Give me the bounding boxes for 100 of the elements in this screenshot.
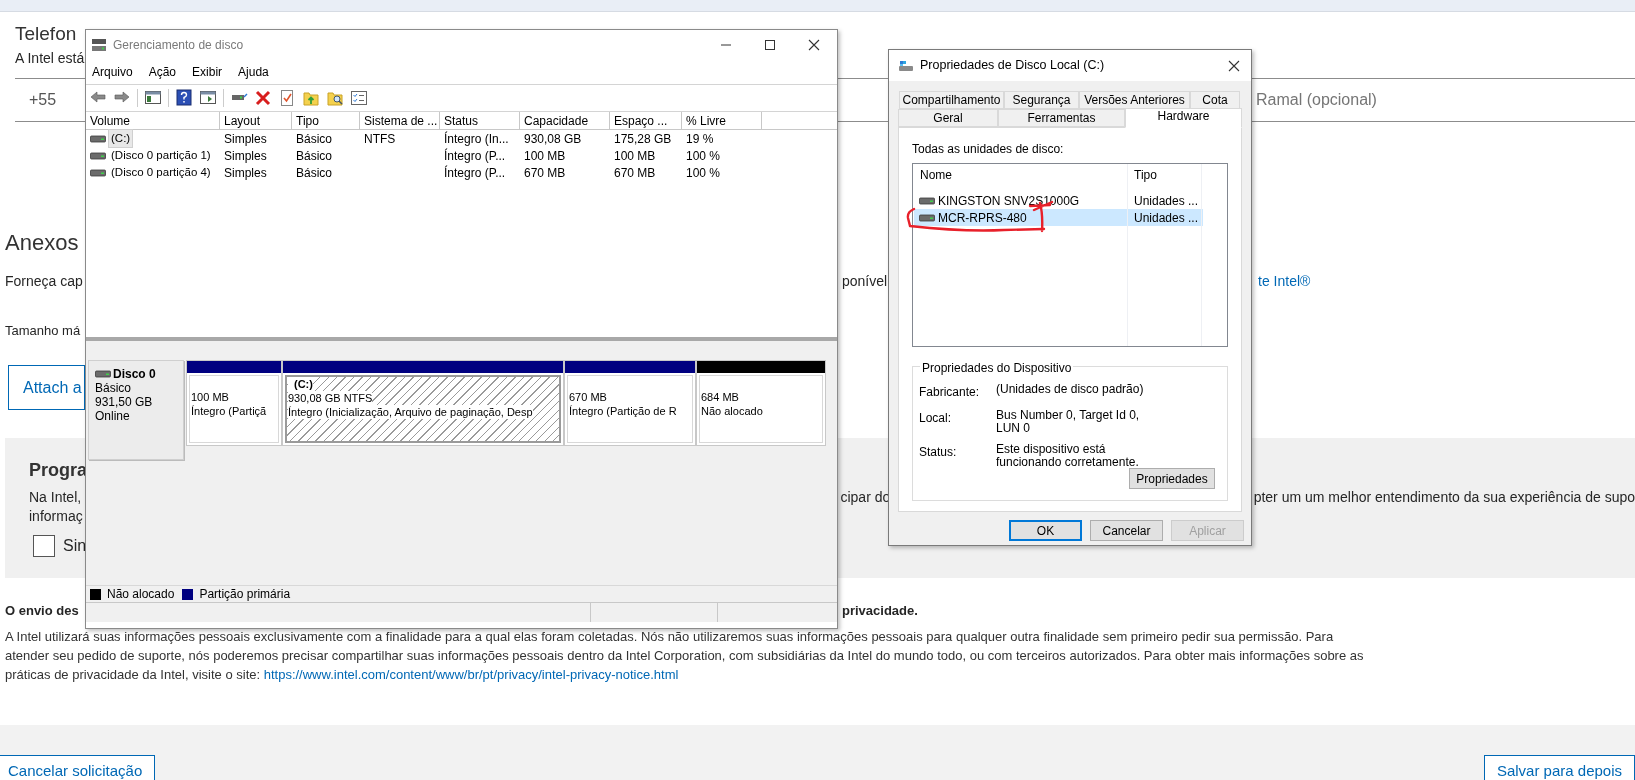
disk-size: 931,50 GB	[95, 395, 153, 409]
table-cell-text: Simples	[224, 130, 267, 148]
dialog-button[interactable]: OK	[1009, 520, 1082, 541]
privacy-link[interactable]: https://www.intel.com/content/www/br/pt/privacy/intel-privacy-notice.html	[263, 667, 679, 682]
table-cell-text: 100 MB	[614, 147, 656, 165]
table-cell-text: 19 %	[686, 130, 714, 148]
description-text: Forneça cap	[5, 273, 83, 289]
drive-icon	[898, 59, 914, 72]
checkbox[interactable]	[33, 535, 55, 557]
drive-row[interactable]: MCR-RPRS-480 Unidades ...	[914, 209, 1203, 226]
panel-icon[interactable]	[199, 89, 217, 107]
program-text: informaç	[29, 508, 83, 524]
help-icon[interactable]	[175, 89, 193, 107]
table-cell[interactable]: (Disco 0 partição 4)	[109, 163, 213, 182]
column-header[interactable]: Espaço ...	[610, 112, 682, 129]
disk-manager-icon	[91, 38, 107, 52]
table-cell-text: NTFS	[364, 130, 396, 148]
table-cell-text: 100 MB	[524, 147, 566, 165]
table-cell-text: 100 %	[686, 164, 721, 182]
table-cell-text: 100 %	[686, 147, 721, 165]
legend-label: Partição primária	[199, 586, 291, 603]
drive-icon	[919, 196, 935, 205]
column-header[interactable]: Nome	[913, 164, 1128, 186]
drive-icon	[90, 134, 106, 143]
field-value: (Unidades de disco padrão)	[996, 382, 1144, 396]
column-header[interactable]: Tipo	[292, 112, 360, 129]
partition-block[interactable]: 684 MB Não alocado	[696, 360, 826, 446]
table-cell-text: 670 MB	[524, 164, 566, 182]
attach-button[interactable]: Attach a	[8, 365, 85, 410]
tab[interactable]: Versões Anteriores	[1079, 91, 1190, 109]
close-icon[interactable]	[807, 38, 821, 52]
program-text: Na Intel,	[29, 489, 82, 505]
drive-list[interactable]: Nome Tipo KINGSTON SNV2S1000G Unidades ... MCR-RPRS-480 Unidades ...	[912, 163, 1228, 347]
table-cell-text: 175,28 GB	[614, 130, 672, 148]
field-label: Fabricante:	[919, 385, 980, 399]
tab[interactable]: Compartilhamento	[899, 91, 1004, 109]
description-text: A Intel está	[15, 50, 85, 66]
legend-swatch	[182, 588, 194, 600]
column-header[interactable]: Tipo	[1128, 164, 1202, 186]
partition-text: Não alocado	[701, 404, 763, 418]
column-header[interactable]: Sistema de ...	[360, 112, 440, 129]
program-text: pter um um melhor entendimento da sua experiência de supo	[1253, 488, 1635, 507]
table-cell[interactable]: (C:)	[109, 129, 133, 148]
tab[interactable]: Hardware	[1125, 108, 1242, 128]
disk-type: Básico	[95, 381, 132, 395]
privacy-paragraph: A Intel utilizará suas informações pessoais exclusivamente com a finalidade para a qual elas foram coletadas. Nós não utilizaremos suas informações pessoais para qualquer outra finalidade sem primeiro pedir sua permissão. Para atender seu pedido de suporte, nós poderemos precisar compartilhar suas informações pessoais dentro da Intel Corporation, com subsidiárias da Intel do mundo todo, ou com terceiros autorizados. Para obter mais informações sobre as práticas de privacidade da Intel, visite o site: https://www.intel.com/content/www/br/pt/privacy/intel-privacy-notice.html	[4, 628, 1365, 684]
table-cell-text: Básico	[296, 147, 333, 165]
menu-item[interactable]: Ação	[148, 63, 177, 81]
table-cell-text: Íntegro (In...	[444, 130, 509, 148]
document-check-icon[interactable]	[278, 89, 296, 107]
size-note: Tamanho má	[5, 323, 81, 339]
partition-block[interactable]: 670 MB Íntegro (Partição de R	[564, 360, 696, 446]
table-cell-text: Básico	[296, 164, 333, 182]
delete-icon[interactable]	[254, 89, 272, 107]
properties-button[interactable]: Propriedades	[1129, 468, 1215, 489]
table-cell-text: 930,08 GB	[524, 130, 582, 148]
menu-item[interactable]: Arquivo	[92, 63, 133, 81]
dialog-button[interactable]: Cancelar	[1090, 520, 1163, 541]
list-label: Todas as unidades de disco:	[912, 141, 1064, 158]
checkbox-label: Sin	[63, 536, 87, 556]
partition-label: (C:)	[288, 377, 313, 391]
cancel-button[interactable]: Cancelar solicitação	[0, 755, 156, 780]
field-label: Status:	[919, 445, 957, 459]
field-value: Bus Number 0, Target Id 0, LUN 0	[996, 408, 1140, 435]
section-heading: Anexos	[5, 230, 79, 256]
field-value: Este dispositivo está funcionando corretamente.	[996, 442, 1139, 469]
tab[interactable]: Geral	[898, 109, 998, 127]
maximize-icon[interactable]	[763, 38, 777, 52]
close-icon[interactable]	[1227, 58, 1241, 73]
legend-swatch	[90, 588, 101, 600]
notice-text: O envio des	[5, 603, 79, 618]
partition-block[interactable]: (C:) 930,08 GB NTFS Íntegro (Inicialização, Arquivo de paginação, Desp	[282, 360, 564, 446]
partition-text: 100 MB	[191, 390, 229, 404]
tab[interactable]: Segurança	[1004, 91, 1079, 109]
table-cell-text: Íntegro (P...	[444, 164, 506, 182]
folder-search-icon[interactable]	[326, 89, 344, 107]
dialog-title: Propriedades de Disco Local (C:)	[920, 57, 1105, 75]
table-cell[interactable]: (Disco 0 partição 1)	[109, 146, 213, 165]
tab[interactable]: Cota	[1190, 91, 1240, 109]
folder-arrow-icon[interactable]	[302, 89, 320, 107]
menu-item[interactable]: Exibir	[192, 63, 223, 81]
table-cell-text: Íntegro (P...	[444, 147, 506, 165]
tab[interactable]: Ferramentas	[998, 109, 1125, 127]
partition-text: Íntegro (Partiçã	[191, 404, 267, 418]
column-header[interactable]: % Livre	[682, 112, 762, 129]
save-button[interactable]: Salvar para depois	[1483, 755, 1635, 780]
menu-item[interactable]: Ajuda	[238, 63, 269, 81]
drive-icon	[90, 151, 106, 160]
column-header[interactable]: Layout	[220, 112, 292, 129]
legend-label: Não alocado	[107, 586, 175, 603]
checklist-icon[interactable]	[350, 89, 368, 107]
drive-row[interactable]: KINGSTON SNV2S1000G Unidades ...	[914, 192, 1203, 209]
partition-block[interactable]: 100 MB Íntegro (Partiçã	[186, 360, 282, 446]
column-header[interactable]: Status	[440, 112, 520, 129]
window-icon[interactable]	[144, 89, 162, 107]
support-link[interactable]: te Intel®	[1258, 272, 1311, 290]
drive-icon	[90, 168, 106, 177]
table-cell-text: Simples	[224, 147, 267, 165]
drive-type: Unidades ...	[1134, 210, 1199, 225]
column-header[interactable]: Capacidade	[520, 112, 610, 129]
